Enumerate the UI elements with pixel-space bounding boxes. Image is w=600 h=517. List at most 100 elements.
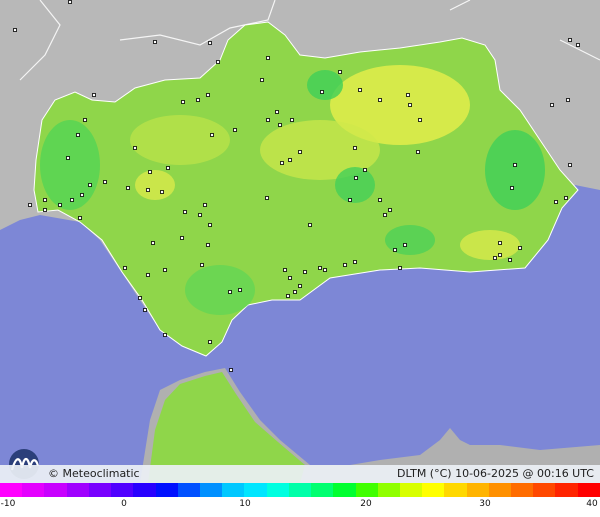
scale-swatch xyxy=(111,483,134,497)
station-marker xyxy=(278,123,282,127)
station-marker xyxy=(210,133,214,137)
scale-swatch xyxy=(533,483,556,497)
station-marker xyxy=(288,276,292,280)
station-marker xyxy=(183,210,187,214)
station-marker xyxy=(43,198,47,202)
station-marker xyxy=(363,168,367,172)
station-marker xyxy=(103,180,107,184)
station-marker xyxy=(318,266,322,270)
station-marker xyxy=(403,243,407,247)
station-marker xyxy=(266,118,270,122)
station-marker xyxy=(203,203,207,207)
scale-swatch xyxy=(377,483,400,497)
station-marker xyxy=(498,241,502,245)
station-marker xyxy=(216,60,220,64)
scale-tick-label: 0 xyxy=(121,499,127,509)
scale-tick-label: 30 xyxy=(479,499,491,509)
station-marker xyxy=(388,208,392,212)
station-marker xyxy=(238,288,242,292)
station-marker xyxy=(166,166,170,170)
station-marker xyxy=(416,150,420,154)
scale-swatch xyxy=(177,483,200,497)
scale-tick-label: 40 xyxy=(586,499,598,509)
station-marker xyxy=(293,290,297,294)
scale-swatch xyxy=(466,483,489,497)
station-marker xyxy=(288,158,292,162)
station-marker xyxy=(133,146,137,150)
station-marker xyxy=(28,203,32,207)
station-marker xyxy=(280,161,284,165)
station-marker xyxy=(153,40,157,44)
station-marker xyxy=(378,98,382,102)
station-marker xyxy=(508,258,512,262)
station-marker xyxy=(418,118,422,122)
scale-swatch xyxy=(333,483,356,497)
station-marker xyxy=(353,260,357,264)
station-marker xyxy=(146,188,150,192)
station-marker xyxy=(303,270,307,274)
scale-swatch xyxy=(44,483,67,497)
scale-swatch xyxy=(133,483,156,497)
scale-swatch xyxy=(422,483,445,497)
station-marker xyxy=(493,256,497,260)
station-marker xyxy=(383,213,387,217)
scale-tick-label: -10 xyxy=(0,499,16,509)
scale-swatch xyxy=(266,483,289,497)
station-marker xyxy=(58,203,62,207)
station-marker xyxy=(510,186,514,190)
scale-tick-label: 10 xyxy=(239,499,251,509)
station-marker xyxy=(378,198,382,202)
station-marker xyxy=(343,263,347,267)
station-marker xyxy=(338,70,342,74)
scale-swatch xyxy=(511,483,534,497)
station-marker xyxy=(290,118,294,122)
scale-swatch xyxy=(155,483,178,497)
station-marker xyxy=(163,333,167,337)
scale-swatch xyxy=(555,483,578,497)
station-marker xyxy=(143,308,147,312)
station-marker xyxy=(513,163,517,167)
station-marker xyxy=(68,0,72,4)
station-marker xyxy=(233,128,237,132)
scale-swatch xyxy=(222,483,245,497)
station-marker xyxy=(198,213,202,217)
station-marker xyxy=(354,176,358,180)
station-marker xyxy=(554,200,558,204)
station-marker xyxy=(298,150,302,154)
station-marker xyxy=(83,118,87,122)
temperature-scale xyxy=(0,483,600,497)
station-marker xyxy=(200,263,204,267)
scale-swatch xyxy=(399,483,423,497)
station-marker xyxy=(275,110,279,114)
station-marker xyxy=(148,170,152,174)
station-marker xyxy=(70,198,74,202)
scale-swatch xyxy=(88,483,112,497)
station-marker xyxy=(163,268,167,272)
station-marker xyxy=(196,98,200,102)
station-marker xyxy=(78,216,82,220)
station-marker xyxy=(266,56,270,60)
station-marker xyxy=(265,196,269,200)
station-marker xyxy=(568,163,572,167)
station-marker xyxy=(564,196,568,200)
scale-swatch xyxy=(66,483,89,497)
station-marker xyxy=(298,284,302,288)
station-marker xyxy=(308,223,312,227)
station-marker xyxy=(550,103,554,107)
temperature-map xyxy=(0,0,600,483)
station-marker xyxy=(229,368,233,372)
station-marker xyxy=(88,183,92,187)
station-marker xyxy=(576,43,580,47)
station-marker xyxy=(208,340,212,344)
scale-swatch xyxy=(0,483,23,497)
station-marker xyxy=(160,190,164,194)
station-marker xyxy=(398,266,402,270)
station-marker xyxy=(566,98,570,102)
station-marker xyxy=(320,90,324,94)
station-marker xyxy=(126,186,130,190)
station-marker xyxy=(208,41,212,45)
station-marker xyxy=(43,208,47,212)
station-marker xyxy=(348,198,352,202)
station-marker xyxy=(260,78,264,82)
station-marker xyxy=(286,294,290,298)
